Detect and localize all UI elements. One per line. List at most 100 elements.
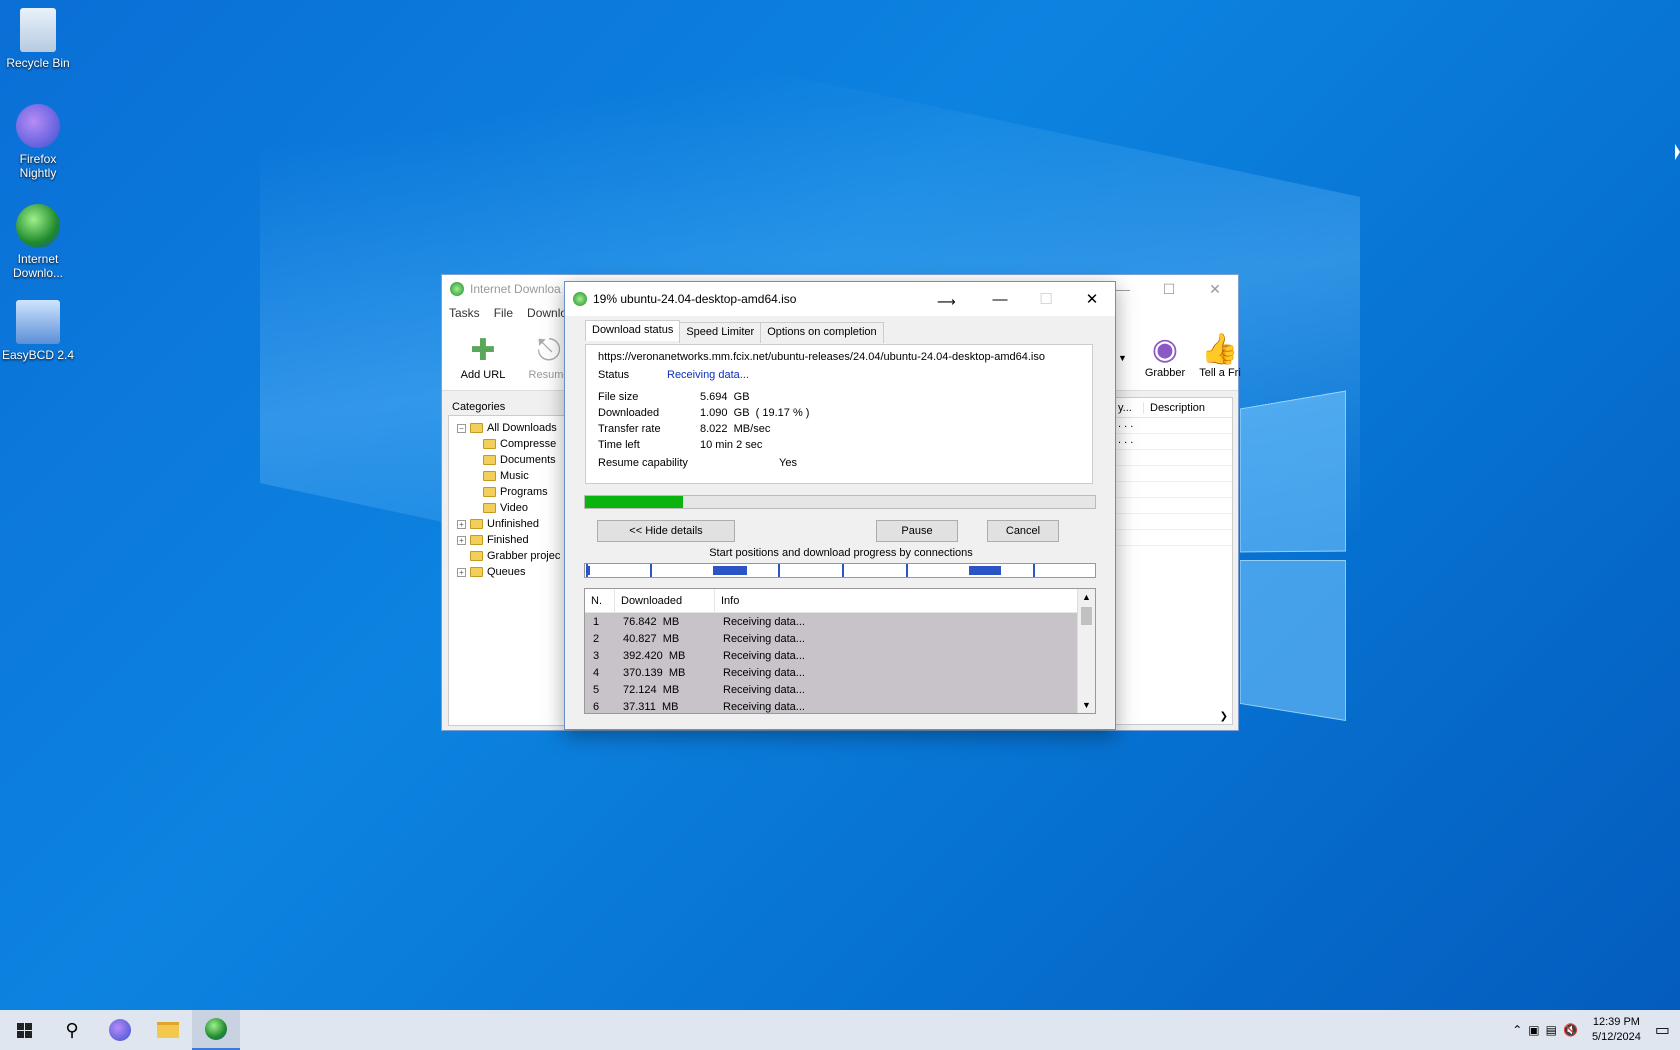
category-item[interactable]: Programs (453, 484, 561, 500)
system-tray: ⌃ ▣ ▤ 🔇 12:39 PM 5/12/2024 ▭ (1512, 1010, 1680, 1050)
tell-friend-button[interactable]: 👍 Tell a Fri (1198, 331, 1242, 380)
conn-cell-info: Receiving data... (723, 649, 805, 662)
category-label: Queues (487, 566, 526, 578)
table-row[interactable]: 6 37.311 MB Receiving data... (585, 698, 1078, 713)
download-progress-dialog[interactable]: 19% ubuntu-24.04-desktop-amd64.iso ⟶ — ☐… (564, 281, 1116, 730)
clock[interactable]: 12:39 PM 5/12/2024 (1584, 1015, 1649, 1045)
tab-download-status[interactable]: Download status (585, 320, 681, 341)
search-icon: ⚲ (65, 1019, 79, 1040)
expand-icon[interactable]: + (457, 567, 466, 577)
resume-capability-value: Yes (779, 457, 797, 469)
expand-icon[interactable]: + (457, 535, 466, 545)
category-item[interactable]: Compresse (453, 436, 561, 452)
idm-maximize-icon[interactable]: ☐ (1146, 275, 1192, 303)
category-item[interactable]: Music (453, 468, 561, 484)
tab-speed-limiter[interactable]: Speed Limiter (679, 322, 762, 343)
conn-header-n[interactable]: N. (585, 589, 615, 612)
connections-rows: 1 76.842 MB Receiving data... 2 40.827 MB Rec… (585, 613, 1078, 713)
taskbar-firefox-nightly[interactable] (96, 1010, 144, 1050)
downloads-list[interactable]: y... Description . . . . . . ❯ (1115, 397, 1233, 725)
dialog-minimize-icon[interactable]: — (977, 282, 1023, 316)
expand-icon[interactable]: + (457, 519, 466, 529)
category-item[interactable]: Video (453, 500, 561, 516)
idm-close-icon[interactable]: ✕ (1192, 275, 1238, 303)
menu-file[interactable]: File (494, 306, 513, 320)
category-item[interactable]: + Queues (453, 564, 561, 580)
dialog-maximize-icon: ☐ (1039, 291, 1053, 308)
file-size-value: 5.694 GB (700, 391, 750, 403)
start-button[interactable] (0, 1010, 48, 1050)
conn-cell-n: 1 (593, 615, 600, 628)
category-item[interactable]: − All Downloads (453, 420, 561, 436)
list-item (1116, 514, 1232, 530)
dialog-title-bar[interactable]: 19% ubuntu-24.04-desktop-amd64.iso ⟶ — ☐… (565, 282, 1115, 316)
desktop-icon-idm[interactable]: Internet Downlo... (0, 204, 78, 280)
list-header-description[interactable]: Description (1144, 402, 1205, 414)
conn-cell-info: Receiving data... (723, 632, 805, 645)
desktop-icon-recycle-bin[interactable]: Recycle Bin (0, 8, 78, 70)
dialog-title: 19% ubuntu-24.04-desktop-amd64.iso (593, 292, 797, 306)
category-item[interactable]: Grabber projec (453, 548, 561, 564)
conn-cell-n: 3 (593, 649, 600, 662)
scroll-thumb[interactable] (1081, 607, 1092, 625)
chevron-up-icon[interactable]: ⌃ (1512, 1023, 1522, 1037)
device-icon[interactable]: ▣ (1528, 1023, 1539, 1037)
category-label: Video (500, 502, 528, 514)
tab-options-on-completion[interactable]: Options on completion (760, 322, 884, 343)
conn-cell-downloaded: 392.420 MB (623, 649, 686, 662)
list-item[interactable]: . . . (1116, 434, 1232, 450)
category-item[interactable]: + Finished (453, 532, 561, 548)
table-row[interactable]: 2 40.827 MB Receiving data... (585, 630, 1078, 647)
connections-table[interactable]: N. Downloaded Info 1 76.842 MB Receiving d… (584, 588, 1096, 714)
conn-header-info[interactable]: Info (715, 589, 1078, 612)
category-item[interactable]: + Unfinished (453, 516, 561, 532)
cancel-button[interactable]: Cancel (987, 520, 1059, 542)
connection-marker (842, 564, 844, 577)
table-row[interactable]: 3 392.420 MB Receiving data... (585, 647, 1078, 664)
desktop-icon-easybcd[interactable]: EasyBCD 2.4 (0, 300, 78, 362)
conn-header-downloaded[interactable]: Downloaded (615, 589, 715, 612)
time-left-label: Time left (598, 439, 640, 451)
taskbar-file-explorer[interactable] (144, 1010, 192, 1050)
hide-details-button[interactable]: << Hide details (597, 520, 735, 542)
connections-progress-bar (584, 563, 1096, 578)
add-url-button[interactable]: ✚ Add URL (450, 333, 516, 381)
dialog-tabs: Download status Speed Limiter Options on… (585, 320, 884, 343)
scroll-right-icon[interactable]: ❯ (1220, 711, 1228, 722)
table-row[interactable]: 5 72.124 MB Receiving data... (585, 681, 1078, 698)
category-label: Music (500, 470, 529, 482)
scroll-up-icon[interactable]: ▲ (1078, 589, 1095, 605)
folder-icon (470, 551, 483, 561)
thumbs-up-icon: 👍 (1201, 332, 1239, 366)
menu-downloads[interactable]: Downlo (527, 306, 567, 320)
toolbar-overflow-icon[interactable]: ▼ (1118, 331, 1132, 379)
connections-scrollbar[interactable]: ▲ ▼ (1077, 589, 1095, 713)
scroll-down-icon[interactable]: ▼ (1078, 697, 1095, 713)
desktop-icon-firefox-nightly[interactable]: Firefox Nightly (0, 104, 78, 180)
table-row[interactable]: 1 76.842 MB Receiving data... (585, 613, 1078, 630)
dialog-close-icon[interactable]: ✕ (1069, 282, 1115, 316)
table-row[interactable]: 4 370.139 MB Receiving data... (585, 664, 1078, 681)
category-item[interactable]: Documents (453, 452, 561, 468)
grabber-icon: ◉ (1151, 332, 1179, 366)
list-header-col[interactable]: y... (1116, 401, 1144, 414)
volume-muted-icon[interactable]: 🔇 (1563, 1023, 1578, 1037)
status-label: Status (598, 369, 630, 381)
desktop-icon-label: Firefox Nightly (19, 152, 57, 180)
pause-button[interactable]: Pause (876, 520, 958, 542)
list-item (1116, 530, 1232, 546)
grabber-button[interactable]: ◉ Grabber (1132, 331, 1198, 380)
notifications-icon[interactable]: ▭ (1655, 1020, 1670, 1040)
conn-cell-n: 5 (593, 683, 600, 696)
expand-icon[interactable]: − (457, 423, 466, 433)
search-button[interactable]: ⚲ (48, 1010, 96, 1050)
recycle-bin-icon (20, 8, 56, 52)
network-icon[interactable]: ▤ (1546, 1023, 1557, 1037)
category-label: Compresse (500, 438, 557, 450)
taskbar-idm[interactable] (192, 1010, 240, 1050)
menu-tasks[interactable]: Tasks (449, 306, 480, 320)
list-item[interactable]: . . . (1116, 418, 1232, 434)
file-size-label: File size (598, 391, 639, 403)
desktop-icon-label: Recycle Bin (6, 56, 70, 70)
tell-friend-label: Tell a Fri (1199, 367, 1241, 379)
